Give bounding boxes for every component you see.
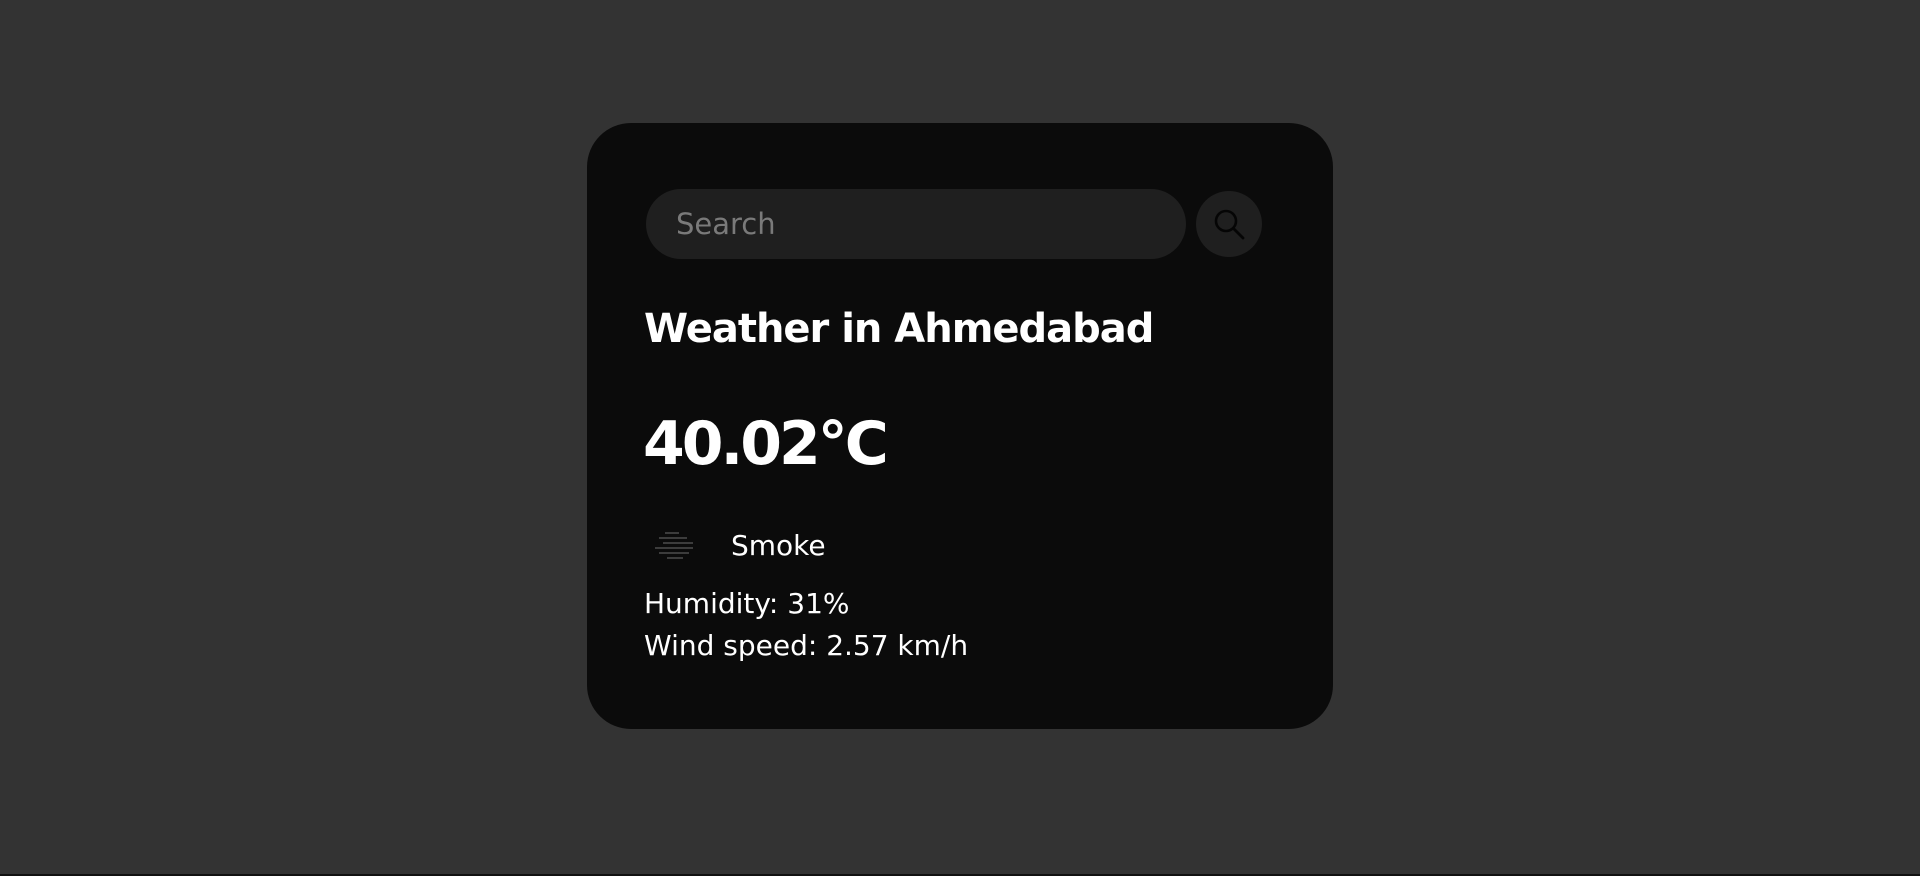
weather-card: Weather in Ahmedabad 40.02°C Smoke Humid… bbox=[587, 123, 1333, 729]
city-title: Weather in Ahmedabad bbox=[644, 306, 1154, 352]
weather-description: Smoke bbox=[731, 528, 826, 562]
temperature-value: 40.02°C bbox=[643, 409, 889, 479]
search-bar bbox=[646, 189, 1266, 259]
search-button[interactable] bbox=[1196, 191, 1262, 257]
smoke-icon bbox=[645, 520, 703, 570]
weather-condition: Smoke bbox=[645, 520, 826, 570]
search-icon bbox=[1212, 207, 1246, 241]
search-input[interactable] bbox=[646, 189, 1186, 259]
humidity-text: Humidity: 31% bbox=[644, 587, 850, 620]
wind-speed-text: Wind speed: 2.57 km/h bbox=[644, 629, 969, 662]
